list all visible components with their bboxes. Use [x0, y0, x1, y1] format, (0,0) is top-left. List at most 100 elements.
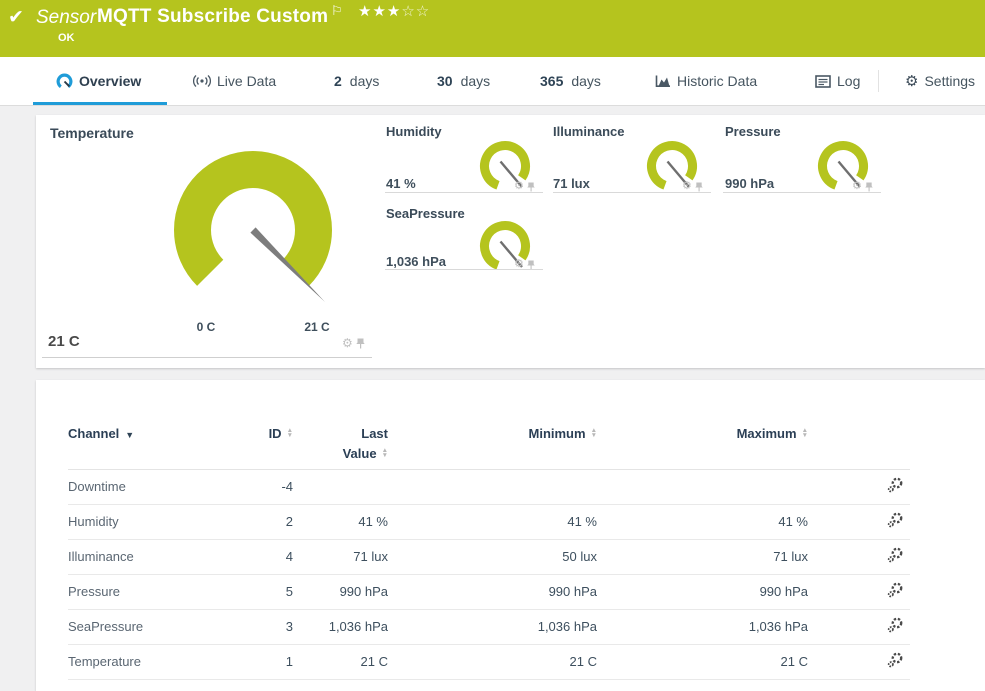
gauge-scale-min: 0 C: [176, 320, 236, 334]
tab-historic-data-label: Historic Data: [677, 73, 757, 89]
column-header-maximum[interactable]: Maximum ▲▼: [597, 380, 808, 469]
primary-gauge-title: Temperature: [50, 125, 134, 141]
channel-settings-gears-icon[interactable]: [887, 477, 904, 496]
column-header-last-value[interactable]: Last Value▲▼: [293, 380, 388, 469]
card-pin-icon[interactable]: [695, 182, 703, 192]
channel-minimum-cell: 1,036 hPa: [388, 609, 597, 644]
channel-name-cell: Illuminance: [68, 539, 253, 574]
channel-minimum-cell: 21 C: [388, 644, 597, 679]
historic-data-chart-icon: [655, 74, 671, 89]
tab-2-days-number: 2: [334, 73, 342, 89]
channel-maximum-cell: 21 C: [597, 644, 808, 679]
column-header-actions: [808, 380, 910, 469]
card-actions: ⚙: [514, 181, 535, 192]
sensor-overview-page: { "header": { "check_icon": "✔", "kind":…: [0, 0, 985, 691]
tab-overview-label: Overview: [79, 73, 141, 89]
tab-historic-data[interactable]: Historic Data: [655, 57, 757, 105]
tab-log-label: Log: [837, 73, 860, 89]
status-check-icon: ✔: [8, 6, 24, 29]
tab-365-days[interactable]: 365 days: [540, 57, 601, 105]
tab-2-days[interactable]: 2 days: [334, 57, 379, 105]
channel-maximum-cell: 1,036 hPa: [597, 609, 808, 644]
tab-divider: [878, 70, 879, 92]
card-actions: ⚙: [852, 181, 873, 192]
channel-maximum-cell: 990 hPa: [597, 574, 808, 609]
tab-overview[interactable]: Overview: [56, 57, 141, 105]
column-header-id[interactable]: ID▲▼: [253, 380, 293, 469]
channel-settings-gears-icon[interactable]: [887, 547, 904, 566]
stars-filled[interactable]: ★★★: [358, 3, 401, 20]
status-badge: OK: [58, 32, 75, 44]
sensor-status-header: ✔ Sensor MQTT Subscribe Custom ⚐ ★★★☆☆ O…: [0, 0, 985, 57]
primary-gauge-value: 21 C: [48, 333, 80, 350]
card-gear-icon[interactable]: ⚙: [852, 181, 862, 192]
channels-panel: Channel ▼ ID▲▼ Last Value▲▼ Minimum▲▼ Max…: [36, 380, 985, 691]
card-divider: [385, 192, 543, 193]
channel-settings-gears-icon[interactable]: [887, 582, 904, 601]
tab-log[interactable]: Log: [815, 57, 860, 105]
tab-30-days-label: days: [461, 73, 491, 89]
active-tab-indicator: [33, 102, 167, 105]
channel-id-cell: 1: [253, 644, 293, 679]
tab-30-days[interactable]: 30 days: [437, 57, 490, 105]
card-pin-icon[interactable]: [865, 182, 873, 192]
channel-last-value-cell: 71 lux: [293, 539, 388, 574]
table-row: SeaPressure 3 1,036 hPa 1,036 hPa 1,036 …: [68, 609, 910, 644]
card-pin-icon[interactable]: [356, 338, 365, 349]
channel-minimum-cell: 50 lux: [388, 539, 597, 574]
column-header-channel[interactable]: Channel ▼: [68, 380, 253, 469]
settings-gear-icon: ⚙: [905, 74, 918, 89]
table-row: Temperature 1 21 C 21 C 21 C: [68, 644, 910, 679]
priority-flag-icon[interactable]: ⚐: [331, 3, 343, 19]
card-pin-icon[interactable]: [527, 182, 535, 192]
card-divider: [553, 192, 711, 193]
gauge-value: 41 %: [386, 176, 416, 191]
table-row: Humidity 2 41 % 41 % 41 %: [68, 504, 910, 539]
card-gear-icon[interactable]: ⚙: [514, 181, 524, 192]
card-divider: [385, 269, 543, 270]
column-header-minimum[interactable]: Minimum▲▼: [388, 380, 597, 469]
column-header-maximum-label: Maximum: [737, 426, 797, 441]
channel-minimum-cell: 41 %: [388, 504, 597, 539]
channel-maximum-cell: [597, 469, 808, 504]
tab-live-data[interactable]: Live Data: [193, 57, 276, 105]
sort-icon: ▲▼: [287, 428, 293, 438]
log-list-icon: [815, 75, 831, 88]
card-actions: ⚙: [342, 337, 365, 349]
stars-empty[interactable]: ☆☆: [401, 3, 430, 20]
sort-icon: ▲▼: [591, 428, 597, 438]
channel-minimum-cell: 990 hPa: [388, 574, 597, 609]
channel-last-value-cell: 990 hPa: [293, 574, 388, 609]
channel-id-cell: -4: [253, 469, 293, 504]
channel-name-cell: SeaPressure: [68, 609, 253, 644]
channel-settings-gears-icon[interactable]: [887, 652, 904, 671]
gauge-title: Humidity: [386, 124, 442, 139]
temperature-gauge[interactable]: [153, 130, 353, 330]
column-header-channel-label: Channel: [68, 426, 119, 441]
tab-30-days-number: 30: [437, 73, 453, 89]
channel-id-cell: 2: [253, 504, 293, 539]
tab-settings[interactable]: ⚙ Settings: [905, 57, 975, 105]
channel-maximum-cell: 71 lux: [597, 539, 808, 574]
channel-id-cell: 3: [253, 609, 293, 644]
table-row: Pressure 5 990 hPa 990 hPa 990 hPa: [68, 574, 910, 609]
gauge-title: Pressure: [725, 124, 781, 139]
card-gear-icon[interactable]: ⚙: [342, 337, 353, 349]
channel-settings-gears-icon[interactable]: [887, 617, 904, 636]
channel-settings-gears-icon[interactable]: [887, 512, 904, 531]
channel-name-cell: Temperature: [68, 644, 253, 679]
tab-bar: Overview Live Data 2 days 30 days 365 da…: [0, 57, 985, 106]
overview-gauge-icon: [56, 73, 73, 90]
card-gear-icon[interactable]: ⚙: [682, 181, 692, 192]
gauges-panel: Temperature 0 C 21 C 21 C ⚙ Humidity 41 …: [36, 115, 985, 368]
tab-2-days-label: days: [350, 73, 380, 89]
gauge-title: SeaPressure: [386, 206, 465, 221]
sort-active-down-icon: ▼: [125, 430, 134, 440]
gauge-value: 990 hPa: [725, 176, 774, 191]
table-row: Illuminance 4 71 lux 50 lux 71 lux: [68, 539, 910, 574]
sensor-title: MQTT Subscribe Custom: [97, 6, 328, 28]
tab-live-data-label: Live Data: [217, 73, 276, 89]
priority-stars[interactable]: ★★★☆☆: [358, 2, 430, 20]
sort-icon: ▲▼: [802, 428, 808, 438]
card-divider: [42, 357, 372, 358]
